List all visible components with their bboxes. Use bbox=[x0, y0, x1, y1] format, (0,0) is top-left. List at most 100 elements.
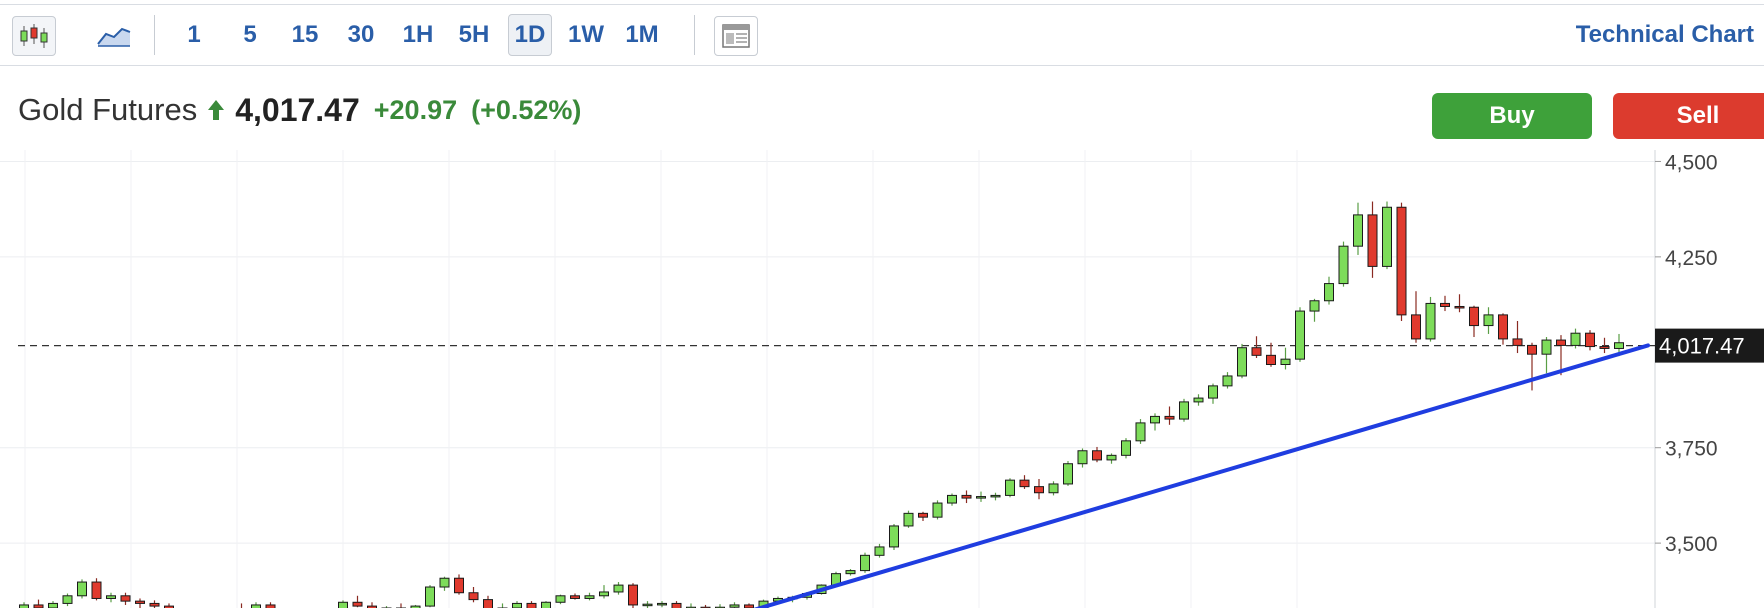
candle-body bbox=[1498, 314, 1508, 340]
candle bbox=[657, 601, 667, 608]
candle-body bbox=[860, 554, 870, 572]
candle-body bbox=[1280, 358, 1291, 365]
candle-body bbox=[135, 600, 145, 604]
candle-body bbox=[1063, 463, 1073, 485]
candle bbox=[845, 569, 856, 576]
candlestick-icon bbox=[20, 24, 48, 48]
candle-body bbox=[1599, 346, 1610, 349]
candle-body bbox=[526, 602, 537, 608]
candle-body bbox=[1367, 214, 1378, 267]
candle bbox=[874, 543, 885, 558]
candle bbox=[454, 574, 464, 595]
candle-body bbox=[1585, 332, 1595, 348]
interval-1w-button[interactable]: 1W bbox=[562, 14, 610, 56]
candle bbox=[1222, 372, 1233, 389]
chart-toolbar: 1 5 15 30 1H 5H 1D 1W 1M Technical Chart bbox=[0, 4, 1764, 66]
candle bbox=[1280, 347, 1291, 370]
candle-body bbox=[555, 595, 566, 603]
price-change: +20.97 bbox=[373, 94, 458, 125]
candle-body bbox=[352, 601, 363, 607]
candle bbox=[599, 585, 609, 599]
candle-body bbox=[91, 581, 102, 599]
candle-body bbox=[1396, 206, 1407, 316]
candle bbox=[1121, 438, 1131, 459]
candle bbox=[1092, 446, 1102, 463]
candle-body bbox=[932, 502, 943, 518]
candle-body bbox=[1106, 454, 1117, 461]
interval-5h-button[interactable]: 5H bbox=[450, 14, 498, 56]
candle-body bbox=[48, 602, 58, 608]
candle bbox=[512, 601, 522, 608]
technical-chart-link[interactable]: Technical Chart bbox=[1576, 14, 1754, 56]
candle-body bbox=[1541, 339, 1552, 355]
arrow-up-icon bbox=[208, 100, 225, 120]
candle bbox=[62, 593, 73, 607]
candle bbox=[744, 603, 754, 608]
candle-body bbox=[1048, 483, 1059, 494]
candle-body bbox=[1469, 306, 1479, 327]
candle-body bbox=[1454, 305, 1465, 309]
layout-icon bbox=[722, 24, 750, 48]
price-chart[interactable]: 4,500 4,250 3,750 3,500 4,017.47 bbox=[0, 150, 1764, 608]
candle-body bbox=[1556, 339, 1566, 346]
candle bbox=[483, 595, 493, 608]
candle-body bbox=[1324, 283, 1334, 302]
candle-body bbox=[918, 512, 928, 518]
interval-1h-button[interactable]: 1H bbox=[394, 14, 442, 56]
candle bbox=[1512, 320, 1523, 354]
candle bbox=[1338, 241, 1349, 287]
last-price-marker: 4,017.47 bbox=[1655, 328, 1764, 363]
buy-button[interactable]: Buy bbox=[1432, 93, 1592, 139]
candle bbox=[918, 511, 928, 521]
layout-settings-button[interactable] bbox=[714, 16, 758, 56]
candle bbox=[1541, 337, 1552, 374]
candle bbox=[425, 585, 435, 608]
candle-body bbox=[468, 592, 479, 601]
interval-5-button[interactable]: 5 bbox=[228, 14, 272, 56]
candle-body bbox=[599, 591, 609, 597]
candle bbox=[729, 602, 740, 608]
candle bbox=[686, 603, 696, 608]
candle-body bbox=[1527, 344, 1537, 355]
candle-body bbox=[454, 577, 464, 594]
toolbar-divider bbox=[694, 15, 695, 55]
candle bbox=[1048, 481, 1059, 496]
candle-body bbox=[1005, 479, 1015, 496]
candle-body bbox=[628, 584, 638, 606]
candle bbox=[1425, 296, 1436, 342]
candles bbox=[19, 201, 1624, 608]
candle bbox=[48, 601, 58, 608]
candle bbox=[1034, 478, 1044, 500]
candle bbox=[642, 601, 653, 608]
y-tick-label: 4,250 bbox=[1665, 247, 1718, 270]
candle-body bbox=[1121, 440, 1131, 456]
interval-1d-button[interactable]: 1D bbox=[508, 14, 552, 56]
candle-body bbox=[1353, 214, 1363, 247]
interval-30-button[interactable]: 30 bbox=[338, 14, 384, 56]
area-chart-button[interactable] bbox=[92, 14, 136, 56]
sell-button[interactable]: Sell bbox=[1613, 93, 1764, 139]
candle bbox=[1367, 201, 1378, 278]
interval-1-button[interactable]: 1 bbox=[172, 14, 216, 56]
candle bbox=[526, 601, 537, 608]
candle-body bbox=[1222, 375, 1233, 387]
candle-body bbox=[1425, 302, 1436, 340]
candle-body bbox=[1440, 302, 1450, 307]
interval-15-button[interactable]: 15 bbox=[283, 14, 327, 56]
candle bbox=[439, 576, 450, 591]
candle-body bbox=[903, 512, 914, 527]
candle bbox=[1150, 413, 1160, 431]
candle bbox=[889, 524, 899, 550]
candlestick-chart-button[interactable] bbox=[12, 16, 56, 56]
candle bbox=[860, 552, 870, 573]
interval-1m-button[interactable]: 1M bbox=[618, 14, 666, 56]
candle bbox=[396, 603, 406, 608]
candle bbox=[932, 500, 943, 520]
candle-body bbox=[1411, 314, 1421, 340]
candle bbox=[1266, 342, 1276, 367]
candle bbox=[135, 598, 145, 608]
candle bbox=[1570, 328, 1581, 349]
candle bbox=[961, 490, 972, 504]
instrument-quote: Gold Futures 4,017.47 +20.97 (+0.52%) bbox=[18, 88, 581, 132]
last-price: 4,017.47 bbox=[235, 91, 360, 128]
